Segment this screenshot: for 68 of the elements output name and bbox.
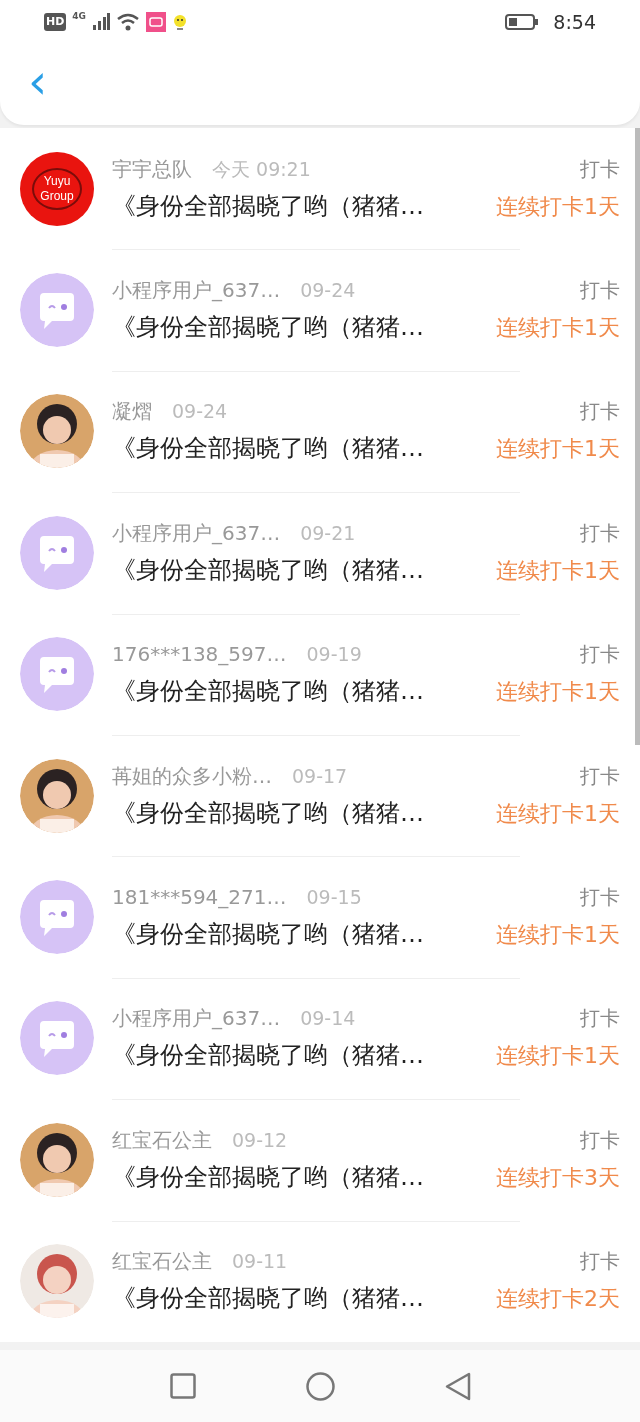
post-title: 《身份全部揭晓了哟（猪猪… xyxy=(112,676,424,708)
post-title: 《身份全部揭晓了哟（猪猪… xyxy=(112,1283,424,1315)
streak-label: 连续打卡1天 xyxy=(496,556,620,585)
checkin-label: 打卡 xyxy=(580,398,620,426)
chat-avatar-icon xyxy=(20,1001,94,1076)
recent-apps-icon[interactable] xyxy=(169,1373,196,1399)
clock-time: 8:54 xyxy=(553,11,596,33)
post-date: 09-15 xyxy=(306,886,362,909)
user-name: 小程序用户_637… xyxy=(112,1005,281,1033)
chat-avatar-icon xyxy=(20,515,94,590)
user-name: 凝熠 xyxy=(112,398,152,426)
streak-label: 连续打卡1天 xyxy=(496,314,620,343)
logo-text: Yuyu Group xyxy=(32,167,82,210)
post-title: 《身份全部揭晓了哟（猪猪… xyxy=(112,1161,424,1193)
post-title: 《身份全部揭晓了哟（猪猪… xyxy=(112,190,424,222)
checkin-label: 打卡 xyxy=(580,884,620,912)
network-type: 4G xyxy=(72,11,86,21)
post-date: 09-17 xyxy=(292,764,348,787)
chat-avatar-icon xyxy=(20,637,94,712)
checkin-label: 打卡 xyxy=(580,155,620,183)
wifi-icon xyxy=(116,13,140,31)
user-name: 红宝石公主 xyxy=(112,1126,212,1154)
checkin-label: 打卡 xyxy=(580,641,620,669)
back-button[interactable]: ‹ xyxy=(22,56,54,105)
user-name: 宇宇总队 xyxy=(112,155,192,183)
streak-label: 连续打卡1天 xyxy=(496,678,620,707)
checkin-label: 打卡 xyxy=(580,1005,620,1033)
streak-label: 连续打卡1天 xyxy=(496,192,620,221)
checkin-label: 打卡 xyxy=(580,519,620,547)
hd-indicator: HD xyxy=(44,13,67,31)
post-title: 《身份全部揭晓了哟（猪猪… xyxy=(112,919,424,951)
post-title: 《身份全部揭晓了哟（猪猪… xyxy=(112,433,424,465)
app-icon xyxy=(146,12,166,32)
post-date: 09-19 xyxy=(306,643,362,666)
battery-icon xyxy=(505,13,540,31)
chat-avatar-icon xyxy=(20,273,94,348)
post-date: 09-14 xyxy=(300,1007,356,1030)
post-date: 09-24 xyxy=(300,279,356,302)
user-name: 176***138_597… xyxy=(112,642,287,667)
checkin-label: 打卡 xyxy=(580,277,620,305)
streak-label: 连续打卡1天 xyxy=(496,799,620,828)
checkin-label: 打卡 xyxy=(580,1126,620,1154)
streak-label: 连续打卡1天 xyxy=(496,1042,620,1071)
post-title: 《身份全部揭晓了哟（猪猪… xyxy=(112,797,424,829)
checkin-label: 打卡 xyxy=(580,762,620,790)
post-title: 《身份全部揭晓了哟（猪猪… xyxy=(112,1040,424,1072)
streak-label: 连续打卡1天 xyxy=(496,921,620,950)
user-name: 苒姐的众多小粉… xyxy=(112,762,272,790)
chat-avatar-icon xyxy=(20,880,94,955)
signal-icon xyxy=(92,13,110,31)
streak-label: 连续打卡2天 xyxy=(496,1285,620,1314)
streak-label: 连续打卡3天 xyxy=(496,1163,620,1192)
streak-label: 连续打卡1天 xyxy=(496,435,620,464)
post-date: 09-21 xyxy=(300,521,356,544)
app-icon xyxy=(172,13,188,31)
user-name: 181***594_271… xyxy=(112,885,287,910)
user-name: 小程序用户_637… xyxy=(112,277,281,305)
home-icon[interactable] xyxy=(305,1371,335,1401)
back-icon[interactable] xyxy=(444,1371,471,1401)
post-title: 《身份全部揭晓了哟（猪猪… xyxy=(112,554,424,586)
user-name: 小程序用户_637… xyxy=(112,519,281,547)
checkin-label: 打卡 xyxy=(580,1248,620,1276)
post-title: 《身份全部揭晓了哟（猪猪… xyxy=(112,312,424,344)
post-date: 09-11 xyxy=(232,1250,288,1273)
post-date: 09-24 xyxy=(172,400,228,423)
post-date: 09-12 xyxy=(232,1128,288,1151)
post-date: 今天 09:21 xyxy=(212,156,311,182)
user-name: 红宝石公主 xyxy=(112,1248,212,1276)
